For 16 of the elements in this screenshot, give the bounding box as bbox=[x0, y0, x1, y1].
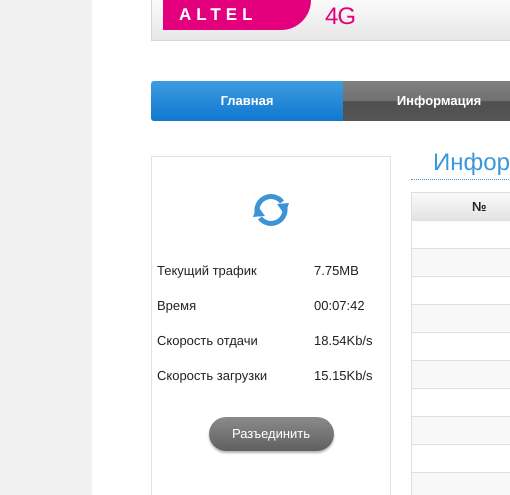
stat-value: 00:07:42 bbox=[314, 296, 365, 315]
logo-text: ALTEL bbox=[163, 0, 311, 30]
logo-suffix: 4G bbox=[325, 2, 356, 32]
stat-value: 18.54Kb/s bbox=[314, 332, 373, 350]
refresh-icon[interactable] bbox=[251, 191, 291, 229]
stat-label: Скорость отдачи bbox=[157, 332, 259, 350]
nav-tab[interactable]: Главная bbox=[151, 81, 343, 121]
column-header: № bbox=[472, 198, 486, 216]
stat-value: 7.75MB bbox=[314, 262, 359, 280]
disconnect-button[interactable]: Разъединить bbox=[208, 417, 334, 451]
stat-label: Время bbox=[157, 296, 198, 315]
stat-label: Текущий трафик bbox=[157, 262, 258, 280]
stat-value: 15.15Kb/s bbox=[314, 366, 373, 385]
section-title: Инфор bbox=[432, 148, 510, 178]
nav-tab[interactable]: Информация bbox=[343, 81, 510, 121]
stat-label: Скорость загрузки bbox=[157, 366, 268, 385]
